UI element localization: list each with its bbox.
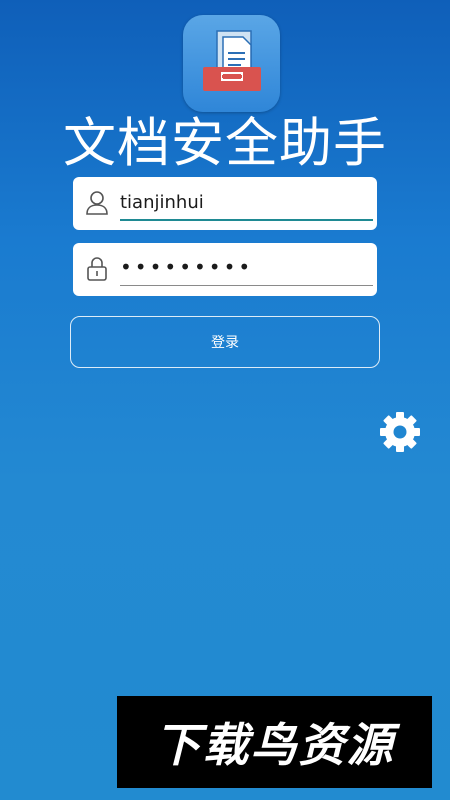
username-value[interactable]: tianjinhui bbox=[120, 192, 204, 213]
lock-icon bbox=[85, 256, 109, 282]
username-underline bbox=[120, 219, 373, 221]
password-field[interactable]: ••••••••• bbox=[73, 243, 377, 296]
login-button[interactable]: 登录 bbox=[70, 316, 380, 368]
app-title: 文档安全助手 bbox=[63, 113, 387, 174]
gear-icon[interactable] bbox=[377, 409, 423, 455]
password-value[interactable]: ••••••••• bbox=[120, 255, 253, 279]
watermark-banner: 下载鸟资源 bbox=[117, 696, 432, 788]
password-underline bbox=[120, 285, 373, 286]
username-field[interactable]: tianjinhui bbox=[73, 177, 377, 230]
app-logo-icon bbox=[183, 15, 280, 112]
user-icon bbox=[85, 190, 109, 216]
